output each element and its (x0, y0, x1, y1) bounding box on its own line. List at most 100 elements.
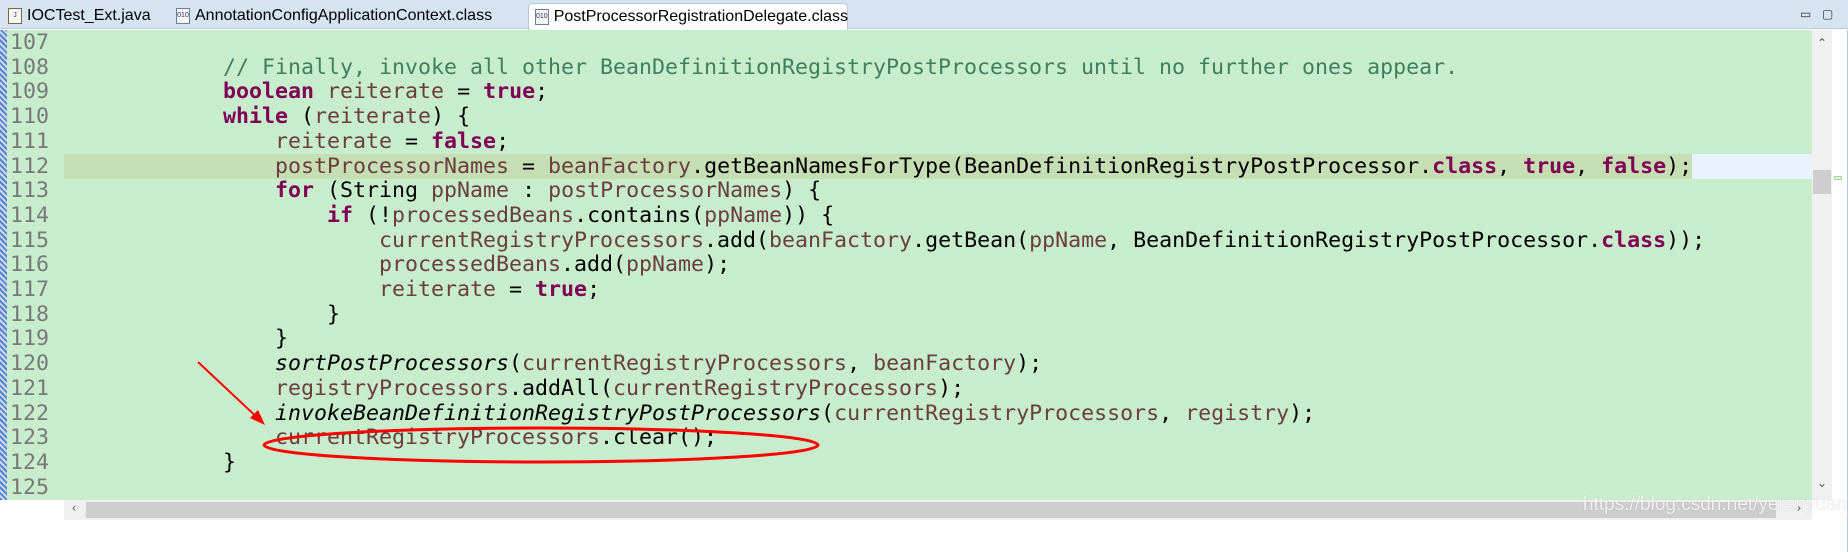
code-token-lv: reiterate (275, 128, 393, 154)
code-line[interactable]: boolean reiterate = true; (67, 79, 548, 104)
code-token-pl: ; (535, 79, 549, 105)
code-token-kw: true (483, 79, 536, 105)
code-line[interactable]: } (67, 326, 288, 351)
class-file-icon: 010 (535, 9, 549, 25)
code-token-pl: .add( (561, 252, 627, 278)
code-token-pl: .add( (704, 227, 770, 253)
code-token-kw: true (535, 277, 588, 302)
code-token-pl: ) { (782, 178, 822, 204)
code-token-pl: , (1575, 153, 1602, 179)
code-token-pl: ); (1289, 400, 1316, 426)
editor-tab-bar: J IOCTest_Ext.java 010 AnnotationConfigA… (0, 0, 1848, 30)
maximize-button[interactable]: ▢ (1822, 7, 1833, 21)
line-number: 110 (10, 104, 50, 130)
code-line[interactable]: reiterate = true; (67, 277, 600, 302)
code-token-pl: .contains( (574, 202, 705, 228)
code-token-pl: } (67, 326, 289, 352)
tab-post-processor-registration-delegate[interactable]: 010 PostProcessorRegistrationDelegate.cl… (528, 3, 848, 30)
watermark: https://blog.csdn.net/yerenyuan_pku (1583, 494, 1848, 515)
code-token-lv: currentRegistryProcessors (834, 400, 1160, 426)
code-token-pl: ); (1016, 351, 1043, 377)
code-token-kw: if (327, 202, 354, 228)
code-token-kw: false (431, 128, 497, 154)
scroll-left-icon[interactable]: ‹ (64, 501, 84, 515)
line-number: 115 (10, 227, 50, 253)
code-token-pl: } (67, 449, 237, 475)
line-number: 120 (10, 351, 50, 377)
code-token-lv: registry (1185, 400, 1290, 426)
tab-label: AnnotationConfigApplicationContext.class (195, 7, 493, 24)
code-token-pl: .getBeanNamesForType(BeanDefinitionRegis… (691, 153, 1433, 179)
code-line[interactable]: registryProcessors.addAll(currentRegistr… (67, 376, 964, 401)
code-token-kw: while (223, 104, 289, 130)
code-token-pl: , BeanDefinitionRegistryPostProcessor. (1107, 227, 1602, 253)
scroll-up-icon[interactable]: ⌃ (1812, 36, 1832, 50)
code-token-lv: reiterate (314, 104, 432, 130)
code-token-pl: (String (314, 178, 432, 204)
code-token-pl: ); (704, 252, 731, 278)
line-number: 125 (10, 474, 50, 500)
code-token-lv: ppName (1029, 227, 1108, 253)
code-line[interactable]: currentRegistryProcessors.clear(); (67, 425, 717, 450)
line-number: 118 (10, 301, 50, 327)
code-token-lv: reiterate (327, 79, 445, 105)
vertical-scrollbar[interactable]: ⌃ ⌄ (1812, 30, 1832, 500)
code-token-pl: ); (938, 375, 965, 401)
class-file-icon: 010 (176, 8, 190, 24)
code-token-pl: .getBean( (912, 227, 1030, 253)
code-token-pl: ; (496, 128, 510, 154)
code-token-lv: ppName (626, 252, 705, 278)
code-line[interactable]: processedBeans.add(ppName); (67, 252, 730, 277)
code-line[interactable]: reiterate = false; (67, 129, 509, 154)
tab-label: IOCTest_Ext.java (27, 7, 151, 24)
line-number: 124 (10, 449, 50, 475)
code-token-lv: currentRegistryProcessors (379, 227, 705, 253)
overview-marker[interactable] (1834, 176, 1842, 180)
code-token-pl: : (509, 178, 549, 204)
code-line[interactable]: currentRegistryProcessors.add(beanFactor… (67, 228, 1705, 253)
code-token-st: invokeBeanDefinitionRegistryPostProcesso… (275, 400, 822, 426)
minimize-button[interactable]: ▭ (1800, 7, 1811, 21)
code-token-pl: , (1159, 400, 1186, 426)
code-line[interactable]: sortPostProcessors(currentRegistryProces… (67, 351, 1042, 376)
code-line[interactable]: postProcessorNames = beanFactory.getBean… (67, 154, 1692, 179)
code-line[interactable]: if (!processedBeans.contains(ppName)) { (67, 203, 834, 228)
horizontal-scrollbar[interactable]: ‹ › (64, 500, 1812, 520)
code-line[interactable]: } (67, 302, 340, 327)
code-token-lv: postProcessorNames (275, 153, 510, 179)
code-line[interactable]: for (String ppName : postProcessorNames)… (67, 178, 821, 203)
code-token-lv: beanFactory (873, 351, 1017, 377)
code-token-lv: reiterate (379, 277, 497, 302)
code-line[interactable]: // Finally, invoke all other BeanDefinit… (67, 55, 1458, 80)
code-token-kw: false (1601, 153, 1667, 179)
code-token-kw: class (1432, 153, 1498, 179)
horizontal-scroll-thumb[interactable] (86, 502, 1776, 518)
code-line[interactable]: } (67, 450, 236, 475)
change-ruler (0, 30, 7, 500)
code-line[interactable]: invokeBeanDefinitionRegistryPostProcesso… (67, 401, 1315, 426)
java-file-icon: J (8, 8, 22, 24)
tab-ioctest-ext[interactable]: J IOCTest_Ext.java (2, 3, 151, 29)
vertical-scroll-thumb[interactable] (1813, 170, 1831, 194)
tab-annotation-config-application-context[interactable]: 010 AnnotationConfigApplicationContext.c… (170, 3, 492, 29)
code-line[interactable]: while (reiterate) { (67, 104, 470, 129)
line-number: 111 (10, 128, 50, 154)
code-token-lv: postProcessorNames (548, 178, 783, 204)
code-token-lv: currentRegistryProcessors (275, 425, 601, 451)
code-token-pl: ( (509, 351, 523, 377)
code-editor[interactable]: 107 108 // Finally, invoke all other Bean… (0, 30, 1812, 500)
line-number: 113 (10, 178, 50, 204)
code-token-pl: ) { (431, 104, 471, 130)
scroll-down-icon[interactable]: ⌄ (1812, 476, 1832, 490)
code-token-pl: ); (1666, 153, 1693, 179)
